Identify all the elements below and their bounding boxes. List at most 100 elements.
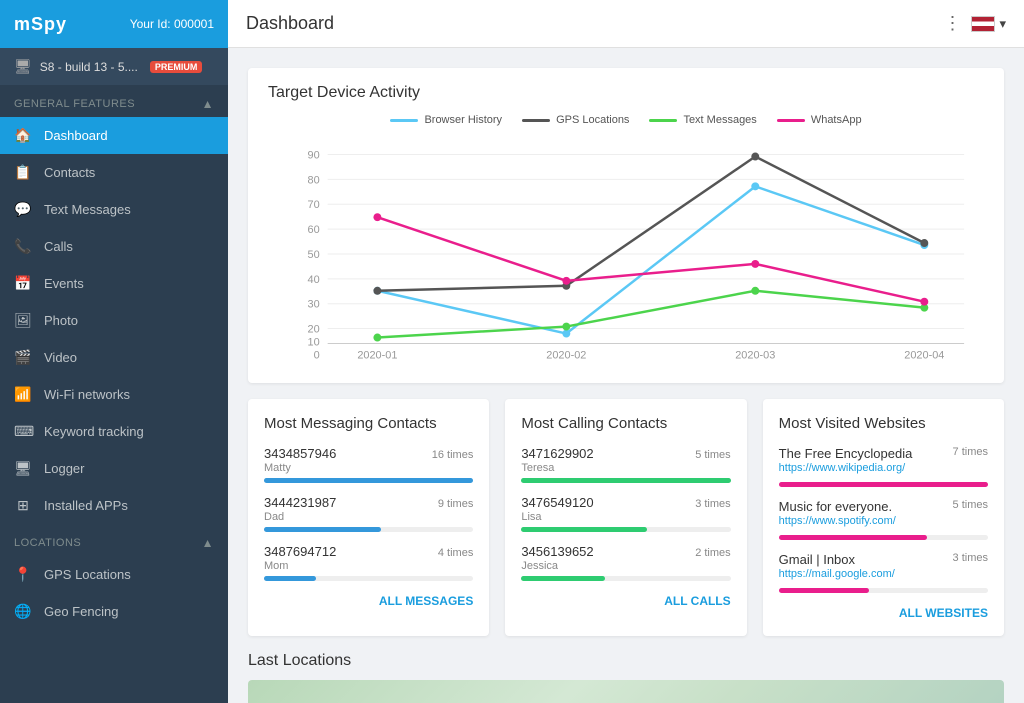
- gps-icon: 📍: [14, 566, 32, 583]
- svg-text:70: 70: [308, 199, 320, 211]
- premium-badge: PREMIUM: [150, 61, 203, 73]
- bar-fill: [779, 588, 869, 593]
- sidebar-item-wifi-networks[interactable]: 📶 Wi-Fi networks: [0, 376, 228, 413]
- website-item: The Free Encyclopedia https://www.wikipe…: [779, 446, 988, 487]
- messaging-card-title: Most Messaging Contacts: [264, 415, 473, 432]
- legend-gps-locations: GPS Locations: [522, 114, 629, 126]
- svg-text:30: 30: [308, 299, 320, 311]
- websites-card-footer: ALL WEBSITES: [779, 605, 988, 620]
- legend-whatsapp: WhatsApp: [777, 114, 862, 126]
- website-times: 3 times: [953, 552, 988, 564]
- sidebar-item-contacts[interactable]: 📋 Contacts: [0, 154, 228, 191]
- bar-fill: [264, 576, 316, 581]
- bar-fill: [521, 478, 730, 483]
- cards-row: Most Messaging Contacts 3434857946 16 ti…: [248, 399, 1004, 636]
- contact-name: Matty: [264, 462, 473, 474]
- contact-name: Teresa: [521, 462, 730, 474]
- legend-text-messages: Text Messages: [649, 114, 756, 126]
- bar-track: [264, 478, 473, 483]
- chevron-icon: ▲: [202, 97, 214, 111]
- sidebar-item-calls[interactable]: 📞 Calls: [0, 228, 228, 265]
- logo: mSpy: [14, 14, 67, 35]
- user-id: Your Id: 000001: [130, 17, 214, 31]
- sidebar-item-label: Video: [44, 350, 77, 365]
- contact-times: 16 times: [432, 449, 474, 461]
- contact-name: Mom: [264, 560, 473, 572]
- language-selector[interactable]: ▾: [971, 16, 1006, 32]
- all-websites-link[interactable]: ALL WEBSITES: [899, 606, 988, 620]
- contact-times: 3 times: [695, 498, 730, 510]
- more-options-icon[interactable]: ⋮: [943, 13, 961, 34]
- contact-item: 3476549120 3 times Lisa: [521, 495, 730, 532]
- contact-name: Lisa: [521, 511, 730, 523]
- general-features-label: GENERAL FEATURES: [14, 98, 135, 110]
- legend-label-text: Text Messages: [683, 114, 756, 126]
- sidebar-item-keyword-tracking[interactable]: ⌨ Keyword tracking: [0, 413, 228, 450]
- legend-color-whatsapp: [777, 119, 805, 122]
- svg-text:50: 50: [308, 249, 320, 261]
- bar-fill: [779, 482, 988, 487]
- svg-text:0: 0: [314, 349, 320, 361]
- svg-text:2020-03: 2020-03: [735, 349, 775, 361]
- locations-section: LOCATIONS ▲: [0, 524, 228, 556]
- content-area: Target Device Activity Browser History G…: [228, 48, 1024, 703]
- contact-times: 2 times: [695, 547, 730, 559]
- contact-number: 3487694712: [264, 544, 336, 559]
- contact-item: 3471629902 5 times Teresa: [521, 446, 730, 483]
- geo-icon: 🌐: [14, 603, 32, 620]
- last-locations-section: Last Locations: [248, 652, 1004, 703]
- logo-text: mSpy: [14, 14, 67, 34]
- website-name: The Free Encyclopedia: [779, 446, 913, 461]
- sidebar-item-label: Events: [44, 276, 84, 291]
- locations-label: LOCATIONS: [14, 537, 81, 549]
- contact-number: 3476549120: [521, 495, 593, 510]
- contact-item: 3444231987 9 times Dad: [264, 495, 473, 532]
- sidebar-item-geo-fencing[interactable]: 🌐 Geo Fencing: [0, 593, 228, 630]
- contact-number: 3456139652: [521, 544, 593, 559]
- website-times: 5 times: [953, 499, 988, 511]
- website-name: Gmail | Inbox: [779, 552, 895, 567]
- website-item: Gmail | Inbox https://mail.google.com/ 3…: [779, 552, 988, 593]
- logger-icon: 🖥: [14, 460, 32, 477]
- bar-track: [264, 576, 473, 581]
- calling-card-footer: ALL CALLS: [521, 593, 730, 608]
- sidebar-item-dashboard[interactable]: 🏠 Dashboard: [0, 117, 228, 154]
- sidebar-item-label: Calls: [44, 239, 73, 254]
- messaging-card-footer: ALL MESSAGES: [264, 593, 473, 608]
- sidebar-item-events[interactable]: 📅 Events: [0, 265, 228, 302]
- topbar: Dashboard ⋮ ▾: [228, 0, 1024, 48]
- flag-icon: [971, 16, 995, 32]
- sidebar-header: mSpy Your Id: 000001: [0, 0, 228, 48]
- sidebar-item-video[interactable]: 🎬 Video: [0, 339, 228, 376]
- all-messages-link[interactable]: ALL MESSAGES: [379, 594, 473, 608]
- activity-chart-card: Target Device Activity Browser History G…: [248, 68, 1004, 383]
- contact-item: 3456139652 2 times Jessica: [521, 544, 730, 581]
- line-chart: 90 80 70 60 50 40 30 20 10 0 2020-01 202…: [268, 134, 984, 364]
- website-name: Music for everyone.: [779, 499, 896, 514]
- legend-label-whatsapp: WhatsApp: [811, 114, 862, 126]
- sidebar-item-logger[interactable]: 🖥 Logger: [0, 450, 228, 487]
- all-calls-link[interactable]: ALL CALLS: [664, 594, 730, 608]
- chevron-down-icon: ▾: [999, 16, 1006, 32]
- sidebar-item-gps-locations[interactable]: 📍 GPS Locations: [0, 556, 228, 593]
- sidebar-item-label: Installed APPs: [44, 498, 128, 513]
- svg-text:2020-01: 2020-01: [357, 349, 397, 361]
- website-url: https://www.wikipedia.org/: [779, 462, 913, 474]
- sidebar-item-text-messages[interactable]: 💬 Text Messages: [0, 191, 228, 228]
- sidebar-item-photo[interactable]: 🖼 Photo: [0, 302, 228, 339]
- svg-text:40: 40: [308, 274, 320, 286]
- contact-name: Dad: [264, 511, 473, 523]
- messaging-contacts-card: Most Messaging Contacts 3434857946 16 ti…: [248, 399, 489, 636]
- apps-icon: ⊞: [14, 497, 32, 514]
- websites-card: Most Visited Websites The Free Encyclope…: [763, 399, 1004, 636]
- map-placeholder: [248, 680, 1004, 703]
- keyboard-icon: ⌨: [14, 423, 32, 440]
- topbar-right: ⋮ ▾: [943, 13, 1006, 34]
- bar-track: [779, 588, 988, 593]
- general-features-section: GENERAL FEATURES ▲: [0, 85, 228, 117]
- sidebar-item-installed-apps[interactable]: ⊞ Installed APPs: [0, 487, 228, 524]
- sidebar: mSpy Your Id: 000001 🖥 S8 - build 13 - 5…: [0, 0, 228, 703]
- sidebar-item-label: Text Messages: [44, 202, 131, 217]
- svg-text:80: 80: [308, 174, 320, 186]
- page-title: Dashboard: [246, 13, 334, 34]
